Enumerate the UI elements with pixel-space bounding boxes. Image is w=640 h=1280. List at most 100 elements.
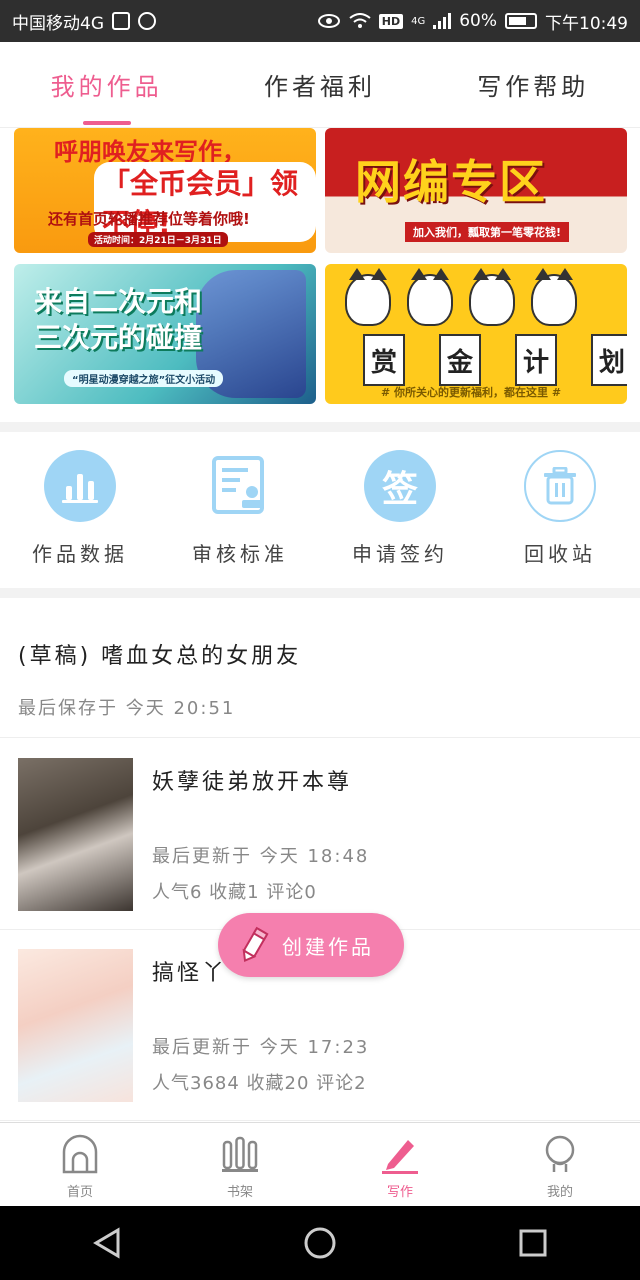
banner-bounty-plan[interactable]: 赏 金 计 划 # 你所关心的更新福利，都在这里 # [325, 264, 627, 404]
feature-review-standard[interactable]: 审核标准 [160, 432, 320, 588]
carrier-label: 中国移动4G [12, 13, 104, 34]
create-work-label: 创建作品 [282, 934, 374, 959]
recents-button[interactable] [493, 1213, 573, 1273]
work-updated-time: 最后更新于 今天 18:48 [152, 842, 369, 868]
app-screen: 中国移动4G HD 4G 60% 下午10:49 我的作品 作者福利 写作帮助 … [0, 0, 640, 1280]
banner-grid: 呼朋唤友来写作， 「全币会员」领不停! 还有首页轮播推荐位等着你哦! 活动时间：… [0, 128, 640, 422]
home-button[interactable] [280, 1213, 360, 1273]
nav-label: 我的 [546, 1185, 573, 1200]
pencil-icon [242, 926, 269, 963]
book-cover-image [18, 949, 133, 1102]
updated-prefix: 最后更新于 [152, 1037, 252, 1058]
nav-home[interactable]: 首页 [0, 1123, 160, 1206]
feature-label: 申请签约 [352, 542, 448, 566]
recents-square-icon [519, 1229, 547, 1257]
sd-card-icon [112, 12, 130, 30]
saved-day: 今天 [125, 698, 166, 719]
banner-title: 网编专区 [355, 155, 547, 209]
cat-icon [345, 268, 391, 326]
bounty-seal-row: 赏 金 计 划 [363, 334, 627, 386]
banner-text: 「全币会员」领不停! [94, 162, 316, 242]
banner-title: 来自二次元和 三次元的碰撞 [34, 284, 202, 356]
signal-icon [433, 13, 452, 29]
cat-icon [407, 268, 453, 326]
tab-author-benefits[interactable]: 作者福利 [213, 42, 426, 127]
sign-icon-glyph: 签 [381, 469, 418, 510]
home-circle-icon [304, 1227, 336, 1259]
create-work-button[interactable]: 创建作品 [218, 913, 404, 977]
bookshelf-icon [218, 1133, 262, 1175]
bar-chart-icon [44, 450, 116, 522]
updated-day: 今天 [259, 1037, 300, 1058]
section-divider [0, 588, 640, 598]
battery-icon [505, 13, 537, 29]
work-updated-time: 最后更新于 今天 17:23 [152, 1033, 369, 1059]
section-divider [0, 422, 640, 432]
draft-saved-time: 最后保存于 今天 20:51 [18, 694, 235, 720]
profile-icon [538, 1133, 582, 1175]
banner-subtitle: # 你所关心的更新福利，都在这里 # [381, 386, 562, 399]
nav-label: 写作 [386, 1185, 413, 1200]
eye-icon [317, 14, 340, 28]
feature-work-data[interactable]: 作品数据 [0, 432, 160, 588]
bottom-nav: 首页 书架 写作 我的 [0, 1122, 640, 1206]
hd-badge: HD [378, 13, 404, 29]
battery-percent: 60% [459, 11, 497, 31]
updated-time: 18:48 [307, 846, 370, 867]
feature-shortcuts: 作品数据 审核标准 签 申请签约 回收站 [0, 432, 640, 588]
work-stats: 人气3684 收藏20 评论2 [152, 1073, 367, 1094]
book-cover-image [18, 758, 133, 911]
work-title: 搞怪丫 [152, 961, 228, 986]
draft-item[interactable]: (草稿) 嗜血女总的女朋友 最后保存于 今天 20:51 [0, 598, 640, 738]
sync-icon [138, 12, 156, 30]
updated-prefix: 最后更新于 [152, 846, 252, 867]
nav-label: 首页 [66, 1185, 93, 1200]
banner-editor-zone[interactable]: 网编专区 加入我们，瓢取第一笔零花钱! [325, 128, 627, 253]
banner-invite-friends[interactable]: 呼朋唤友来写作， 「全币会员」领不停! 还有首页轮播推荐位等着你哦! 活动时间：… [14, 128, 316, 253]
feature-recycle-bin[interactable]: 回收站 [480, 432, 640, 588]
feature-apply-contract[interactable]: 签 申请签约 [320, 432, 480, 588]
cat-illustrations [345, 268, 577, 326]
top-tabs: 我的作品 作者福利 写作帮助 [0, 42, 640, 128]
work-stats: 人气6 收藏1 评论0 [152, 882, 317, 903]
saved-prefix: 最后保存于 [18, 698, 118, 719]
saved-time: 20:51 [173, 698, 236, 719]
pen-icon [378, 1133, 422, 1175]
feature-label: 作品数据 [32, 542, 128, 566]
seal-char: 金 [439, 334, 481, 386]
sign-icon: 签 [364, 450, 436, 522]
feature-label: 审核标准 [192, 542, 288, 566]
nav-profile[interactable]: 我的 [480, 1123, 640, 1206]
banner-title-line2: 三次元的碰撞 [34, 321, 203, 354]
banner-text: 还有首页轮播推荐位等着你哦! [48, 210, 250, 228]
seal-char: 计 [515, 334, 557, 386]
network-type: 4G [411, 15, 426, 27]
work-item[interactable]: 妖孽徒弟放开本尊 最后更新于 今天 18:48 人气6 收藏1 评论0 [0, 740, 640, 930]
cat-icon [469, 268, 515, 326]
back-button[interactable] [67, 1213, 147, 1273]
trash-icon [524, 450, 596, 522]
work-title: 妖孽徒弟放开本尊 [152, 770, 353, 795]
system-nav-bar [0, 1206, 640, 1280]
clock: 下午10:49 [545, 13, 628, 34]
back-triangle-icon [92, 1227, 120, 1259]
updated-day: 今天 [259, 846, 300, 867]
nav-bookshelf[interactable]: 书架 [160, 1123, 320, 1206]
banner-subtitle: “明星动漫穿越之旅”征文小活动 [64, 370, 224, 387]
document-stamp-icon [204, 450, 276, 522]
seal-char: 划 [591, 334, 627, 386]
wifi-icon [349, 13, 371, 28]
tab-writing-help[interactable]: 写作帮助 [427, 42, 640, 127]
tab-my-works[interactable]: 我的作品 [0, 42, 213, 127]
status-bar: 中国移动4G HD 4G 60% 下午10:49 [0, 0, 640, 42]
banner-contest[interactable]: 来自二次元和 三次元的碰撞 “明星动漫穿越之旅”征文小活动 [14, 264, 316, 404]
draft-title: (草稿) 嗜血女总的女朋友 [18, 644, 302, 669]
updated-time: 17:23 [307, 1037, 370, 1058]
seal-char: 赏 [363, 334, 405, 386]
home-icon [58, 1133, 102, 1175]
feature-label: 回收站 [524, 542, 596, 566]
nav-label: 书架 [226, 1185, 253, 1200]
nav-write[interactable]: 写作 [320, 1123, 480, 1206]
banner-subtitle: 加入我们，瓢取第一笔零花钱! [405, 222, 570, 242]
banner-title-line1: 来自二次元和 [34, 285, 203, 318]
